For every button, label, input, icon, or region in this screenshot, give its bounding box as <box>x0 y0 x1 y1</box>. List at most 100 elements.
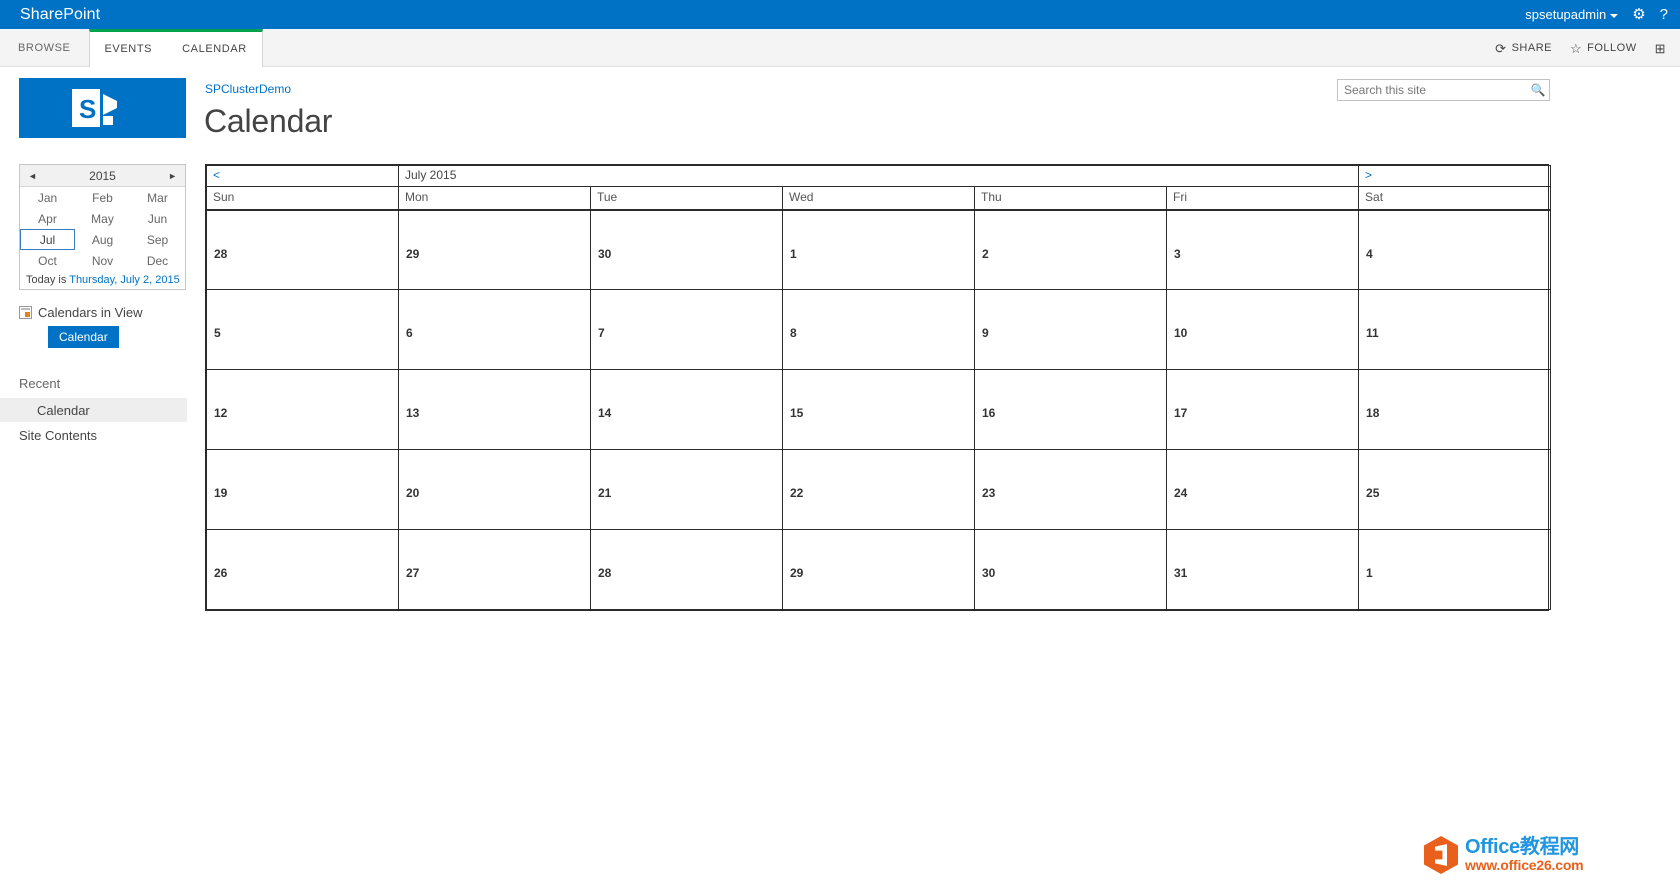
day-cell[interactable]: 24 <box>1165 449 1360 530</box>
day-cell[interactable]: 7 <box>590 289 783 370</box>
day-cell[interactable]: 18 <box>1358 369 1552 450</box>
month-cell-feb[interactable]: Feb <box>75 187 130 208</box>
month-cell-nov[interactable]: Nov <box>75 250 130 271</box>
day-header-mon: Mon <box>398 186 591 211</box>
day-cell[interactable]: 19 <box>206 449 399 530</box>
user-menu[interactable]: spsetupadmin <box>1525 7 1619 22</box>
next-month-link[interactable]: > <box>1365 168 1372 182</box>
day-cell[interactable]: 14 <box>590 369 783 450</box>
calendar-chip[interactable]: Calendar <box>48 326 119 348</box>
day-cell[interactable]: 28 <box>206 209 399 290</box>
day-cell[interactable]: 5 <box>206 289 399 370</box>
month-cell-jan[interactable]: Jan <box>20 187 75 208</box>
sidebar-item-site-contents[interactable]: Site Contents <box>19 428 97 443</box>
day-cell[interactable]: 4 <box>1358 209 1552 290</box>
breadcrumb[interactable]: SPClusterDemo <box>205 82 291 96</box>
day-number: 17 <box>1174 406 1188 420</box>
day-number: 3 <box>1174 246 1181 261</box>
help-icon[interactable]: ? <box>1660 7 1668 22</box>
calendar-week-row: 5 6 7 8 9 10 11 <box>206 289 1552 370</box>
day-number: 24 <box>1174 486 1188 500</box>
recent-heading: Recent <box>19 376 61 391</box>
day-header-sun: Sun <box>206 186 399 211</box>
month-cell-jun[interactable]: Jun <box>130 208 185 229</box>
next-year-icon[interactable]: ► <box>168 171 177 181</box>
day-cell[interactable]: 31 <box>1165 529 1360 610</box>
month-cell-oct[interactable]: Oct <box>20 250 75 271</box>
day-cell[interactable]: 28 <box>590 529 783 610</box>
tab-events[interactable]: EVENTS <box>90 32 168 67</box>
calendar-month-title-cell: July 2015 <box>397 165 1360 187</box>
calendar-month-title: July 2015 <box>405 168 457 182</box>
focus-on-content-button[interactable]: ⊞ <box>1655 42 1666 55</box>
day-cell[interactable]: 29 <box>398 209 591 290</box>
follow-label: FOLLOW <box>1587 42 1637 54</box>
day-cell[interactable]: 26 <box>206 529 399 610</box>
day-cell[interactable]: 2 <box>974 209 1167 290</box>
chevron-down-icon <box>1610 13 1619 18</box>
month-picker-header: ◄ 2015 ► <box>20 165 185 187</box>
sharepoint-logo[interactable]: S <box>19 78 186 138</box>
today-date-link[interactable]: Thursday, July 2, 2015 <box>69 274 179 286</box>
day-cell[interactable]: 21 <box>590 449 783 530</box>
day-cell[interactable]: 1 <box>782 209 975 290</box>
day-number: 8 <box>790 326 797 340</box>
day-cell[interactable]: 13 <box>398 369 591 450</box>
suitebar-brand[interactable]: SharePoint <box>0 6 100 24</box>
day-cell[interactable]: 1 <box>1358 529 1552 610</box>
day-cell[interactable]: 16 <box>974 369 1167 450</box>
day-cell[interactable]: 10 <box>1165 289 1360 370</box>
month-cell-sep[interactable]: Sep <box>130 229 185 250</box>
watermark-title: Office教程网 <box>1465 836 1579 859</box>
day-number: 15 <box>790 406 804 420</box>
watermark-text: Office教程网 www.office26.com <box>1465 836 1584 873</box>
month-cell-may[interactable]: May <box>75 208 130 229</box>
prev-year-icon[interactable]: ◄ <box>28 171 37 181</box>
day-cell[interactable]: 8 <box>782 289 975 370</box>
day-header-sat: Sat <box>1358 186 1552 211</box>
month-cell-mar[interactable]: Mar <box>130 187 185 208</box>
day-cell[interactable]: 29 <box>782 529 975 610</box>
day-number: 25 <box>1366 486 1380 500</box>
day-number: 18 <box>1366 406 1380 420</box>
day-cell[interactable]: 22 <box>782 449 975 530</box>
today-is-text: Today is Thursday, July 2, 2015 <box>20 271 185 289</box>
day-cell[interactable]: 11 <box>1358 289 1552 370</box>
calendar-grid: < July 2015 > Sun Mon Tue Wed Thu Fri Sa… <box>205 164 1552 611</box>
follow-button[interactable]: ☆ FOLLOW <box>1570 42 1637 55</box>
day-cell[interactable]: 23 <box>974 449 1167 530</box>
day-number: 4 <box>1366 246 1373 261</box>
tab-browse[interactable]: BROWSE <box>0 29 89 67</box>
month-cell-aug[interactable]: Aug <box>75 229 130 250</box>
calendar-next-cell: > <box>1358 165 1552 187</box>
day-cell[interactable]: 30 <box>974 529 1167 610</box>
day-header-wed: Wed <box>782 186 975 211</box>
day-cell[interactable]: 12 <box>206 369 399 450</box>
day-cell[interactable]: 15 <box>782 369 975 450</box>
sidebar-item-calendar[interactable]: Calendar <box>0 398 187 422</box>
month-cell-jul[interactable]: Jul <box>20 229 75 250</box>
day-cell[interactable]: 6 <box>398 289 591 370</box>
day-cell[interactable]: 9 <box>974 289 1167 370</box>
month-cell-dec[interactable]: Dec <box>130 250 185 271</box>
calendars-in-view-section: Calendars in View Calendar <box>19 305 189 348</box>
day-cell[interactable]: 30 <box>590 209 783 290</box>
tab-calendar[interactable]: CALENDAR <box>167 32 262 67</box>
gear-icon[interactable]: ⚙ <box>1632 7 1645 22</box>
calendar-week-row: 19 20 21 22 23 24 25 <box>206 449 1552 530</box>
search-input[interactable] <box>1338 82 1527 98</box>
day-cell[interactable]: 27 <box>398 529 591 610</box>
month-cell-apr[interactable]: Apr <box>20 208 75 229</box>
search-box[interactable]: 🔍 <box>1337 79 1550 101</box>
day-cell[interactable]: 3 <box>1165 209 1360 290</box>
day-cell[interactable]: 25 <box>1358 449 1552 530</box>
share-button[interactable]: ⟳ SHARE <box>1495 42 1552 55</box>
office-logo-icon <box>1424 836 1458 874</box>
day-cell[interactable]: 20 <box>398 449 591 530</box>
day-cell[interactable]: 17 <box>1165 369 1360 450</box>
search-icon[interactable]: 🔍 <box>1527 80 1549 100</box>
prev-month-link[interactable]: < <box>213 168 220 182</box>
month-picker: ◄ 2015 ► Jan Feb Mar Apr May Jun Jul Aug… <box>19 164 186 290</box>
calendars-in-view-header: Calendars in View <box>19 305 189 320</box>
day-number: 26 <box>214 566 228 580</box>
